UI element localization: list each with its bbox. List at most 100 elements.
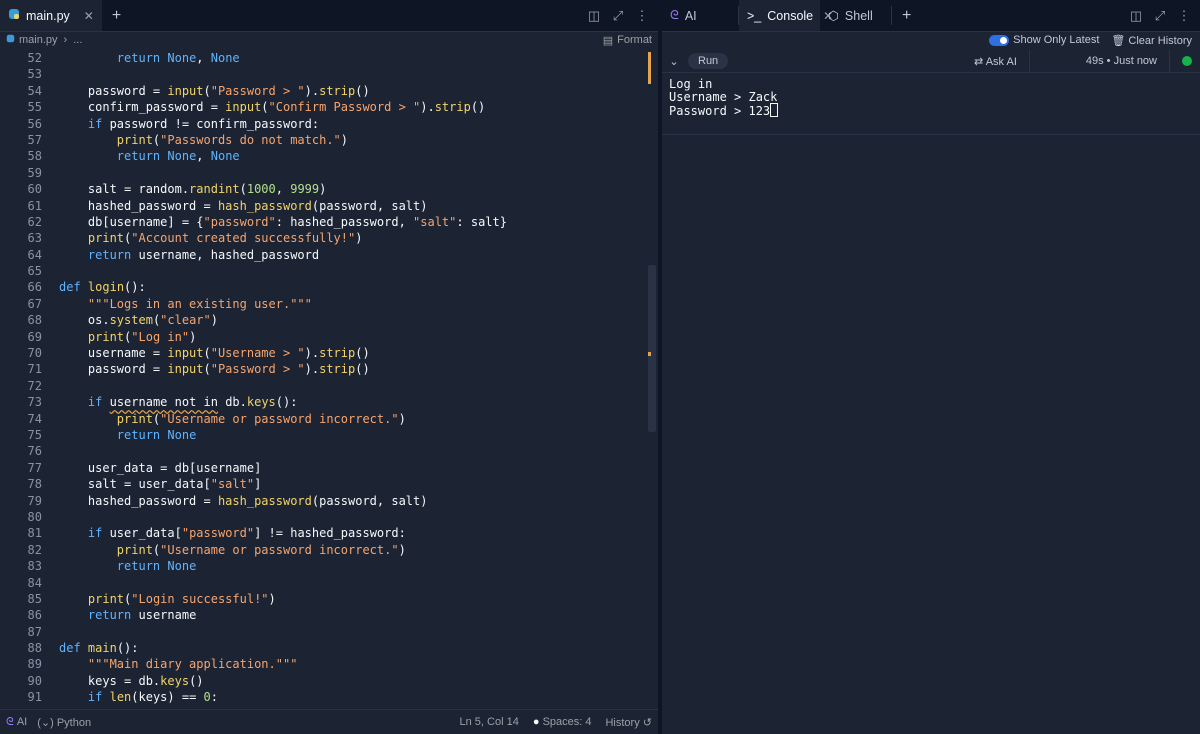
add-tab-button[interactable]: + bbox=[892, 0, 921, 31]
code-line[interactable]: 76 bbox=[0, 443, 646, 459]
console-output[interactable]: Log in Username > Zack Password > 123 bbox=[669, 78, 779, 118]
code-line[interactable]: 61 hashed_password = hash_password(passw… bbox=[0, 198, 646, 214]
code-line[interactable]: 57 print("Passwords do not match.") bbox=[0, 132, 646, 148]
show-only-latest-toggle[interactable]: Show Only Latest bbox=[989, 34, 1099, 46]
breadcrumb-file[interactable]: main.py bbox=[19, 34, 58, 46]
run-button[interactable]: Run bbox=[688, 53, 729, 69]
more-options-icon[interactable]: ⋮ bbox=[634, 8, 650, 24]
tab-main-py[interactable]: main.py ✕ bbox=[0, 0, 102, 31]
code-editor[interactable]: 52 return None, None 53 54 password = inpu… bbox=[0, 50, 646, 710]
code-line[interactable]: 59 bbox=[0, 165, 646, 181]
code-text: """Logs in an existing user.""" bbox=[59, 296, 312, 312]
code-text: print("Username or password incorrect.") bbox=[59, 411, 406, 427]
code-line[interactable]: 80 bbox=[0, 509, 646, 525]
language-indicator[interactable]: (⌄) Python bbox=[37, 716, 91, 729]
code-line[interactable]: 88 def main(): bbox=[0, 640, 646, 656]
code-token: if bbox=[87, 395, 103, 410]
code-line[interactable]: 90 keys = db.keys() bbox=[0, 673, 646, 689]
split-view-icon[interactable]: ◫ bbox=[586, 8, 602, 24]
code-token: 9999 bbox=[290, 182, 320, 197]
code-line[interactable]: 75 return None bbox=[0, 427, 646, 443]
code-line[interactable]: 54 password = input("Password > ").strip… bbox=[0, 83, 646, 99]
code-text: if username not in db.keys(): bbox=[59, 394, 298, 410]
code-line[interactable]: 79 hashed_password = hash_password(passw… bbox=[0, 493, 646, 509]
console-toolbar: Show Only Latest 🗑︎ Clear History bbox=[662, 31, 1200, 49]
cursor-position[interactable]: Ln 5, Col 14 bbox=[460, 716, 519, 728]
code-token: "Password > " bbox=[210, 83, 305, 98]
chevron-down-icon[interactable]: ⌄ bbox=[662, 55, 686, 68]
code-line[interactable]: 84 bbox=[0, 575, 646, 591]
code-line[interactable]: 66 def login(): bbox=[0, 279, 646, 295]
more-options-icon[interactable]: ⋮ bbox=[1176, 8, 1192, 24]
code-line[interactable]: 89 """Main diary application.""" bbox=[0, 656, 646, 672]
code-line[interactable]: 78 salt = user_data["salt"] bbox=[0, 476, 646, 492]
tab-shell[interactable]: ⬡ Shell bbox=[820, 0, 891, 31]
code-line[interactable]: 63 print("Account created successfully!"… bbox=[0, 230, 646, 246]
toggle-switch[interactable] bbox=[989, 34, 1010, 46]
code-line[interactable]: 73 if username not in db.keys(): bbox=[0, 394, 646, 410]
indent-setting[interactable]: ● Spaces: 4 bbox=[533, 716, 592, 728]
code-line[interactable]: 74 print("Username or password incorrect… bbox=[0, 411, 646, 427]
line-number: 57 bbox=[27, 132, 42, 147]
text-cursor bbox=[770, 103, 779, 117]
code-line[interactable]: 69 print("Log in") bbox=[0, 329, 646, 345]
code-line[interactable]: 86 return username bbox=[0, 607, 646, 623]
code-token: "password" bbox=[203, 214, 276, 229]
code-line[interactable]: 85 print("Login successful!") bbox=[0, 591, 646, 607]
tab-console[interactable]: >_ Console ✕ bbox=[739, 0, 833, 31]
editor-tabbar: main.py ✕ + ◫ ⤢ ⋮ bbox=[0, 0, 658, 32]
format-label: Format bbox=[617, 34, 652, 46]
format-button[interactable]: ▤ Format bbox=[603, 34, 652, 47]
show-only-latest-label: Show Only Latest bbox=[1013, 34, 1100, 46]
code-line[interactable]: 77 user_data = db[username] bbox=[0, 460, 646, 476]
code-line[interactable]: 52 return None, None bbox=[0, 50, 646, 66]
code-token: None bbox=[167, 559, 197, 574]
ai-status[interactable]: ᘓ AI bbox=[6, 716, 27, 729]
code-line[interactable]: 64 return username, hashed_password bbox=[0, 247, 646, 263]
expand-icon[interactable]: ⤢ bbox=[610, 8, 626, 24]
code-line[interactable]: 83 return None bbox=[0, 558, 646, 574]
code-line[interactable]: 65 bbox=[0, 263, 646, 279]
code-line[interactable]: 87 bbox=[0, 624, 646, 640]
code-line[interactable]: 68 os.system("clear") bbox=[0, 312, 646, 328]
split-view-icon[interactable]: ◫ bbox=[1128, 8, 1144, 24]
add-tab-button[interactable]: + bbox=[102, 0, 131, 31]
code-line[interactable]: 81 if user_data["password"] != hashed_pa… bbox=[0, 525, 646, 541]
close-icon[interactable]: ✕ bbox=[84, 9, 94, 23]
code-line[interactable]: 82 print("Username or password incorrect… bbox=[0, 542, 646, 558]
code-line[interactable]: 58 return None, None bbox=[0, 148, 646, 164]
tab-ai[interactable]: ᘓ AI bbox=[662, 0, 738, 31]
code-text: password = input("Password > ").strip() bbox=[59, 83, 370, 99]
scroll-thumb[interactable] bbox=[648, 265, 656, 432]
code-token: if bbox=[87, 690, 103, 705]
code-token: () bbox=[355, 362, 370, 377]
line-number: 89 bbox=[27, 657, 42, 672]
code-line[interactable]: 53 bbox=[0, 66, 646, 82]
format-icon: ▤ bbox=[602, 34, 614, 47]
code-line[interactable]: 71 password = input("Password > ").strip… bbox=[0, 361, 646, 377]
code-token: ). bbox=[304, 83, 320, 98]
ai-icon: ᘓ bbox=[6, 715, 14, 728]
ask-ai-button[interactable]: ⇄ Ask AI bbox=[974, 55, 1017, 68]
code-line[interactable]: 67 """Logs in an existing user.""" bbox=[0, 296, 646, 312]
clear-history-button[interactable]: 🗑︎ Clear History bbox=[1111, 34, 1192, 47]
code-token: "Username > " bbox=[210, 346, 305, 361]
code-token: salt = random. bbox=[59, 182, 190, 197]
code-line[interactable]: 55 confirm_password = input("Confirm Pas… bbox=[0, 99, 646, 115]
editor-scrollbar[interactable] bbox=[648, 50, 656, 710]
code-token: "salt" bbox=[413, 214, 457, 229]
code-token: username, hashed_password bbox=[131, 247, 320, 262]
expand-icon[interactable]: ⤢ bbox=[1152, 8, 1168, 24]
code-text: return None bbox=[59, 558, 197, 574]
code-line[interactable]: 70 username = input("Username > ").strip… bbox=[0, 345, 646, 361]
code-line[interactable]: 72 bbox=[0, 378, 646, 394]
code-line[interactable]: 60 salt = random.randint(1000, 9999) bbox=[0, 181, 646, 197]
code-line[interactable]: 56 if password != confirm_password: bbox=[0, 116, 646, 132]
history-button[interactable]: History ↺ bbox=[605, 716, 652, 729]
breadcrumb-more[interactable]: ... bbox=[73, 34, 82, 46]
code-line[interactable]: 62 db[username] = {"password": hashed_pa… bbox=[0, 214, 646, 230]
code-line[interactable]: 91 if len(keys) == 0: bbox=[0, 689, 646, 705]
